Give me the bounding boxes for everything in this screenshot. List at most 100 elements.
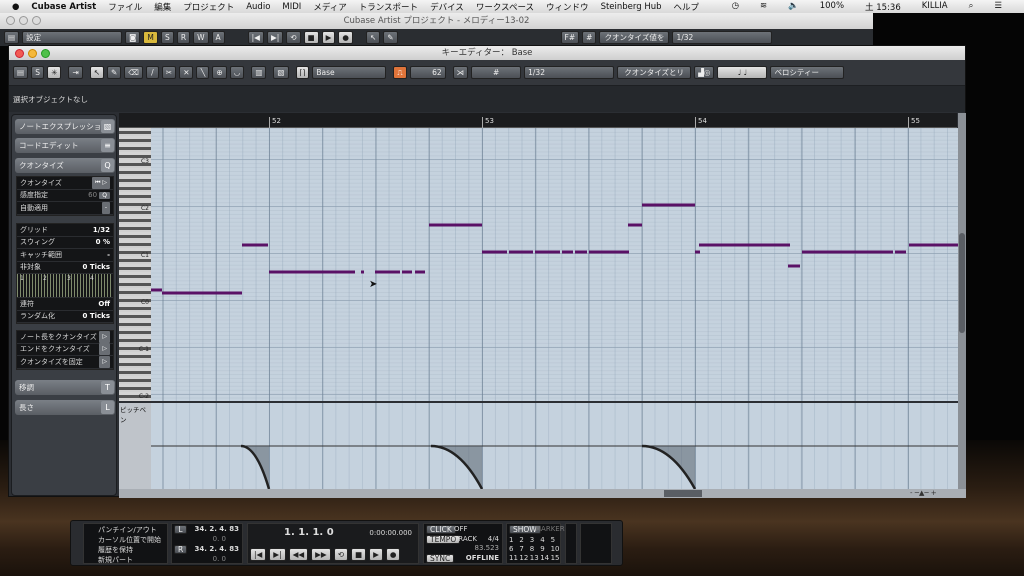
trim-tool-icon[interactable]: /: [145, 66, 159, 79]
strength-row[interactable]: 感度指定 60 Q: [17, 190, 113, 202]
piano-keyboard[interactable]: C3 C2 C1 C0 C-1 C-2: [119, 128, 151, 401]
snap-type-icon[interactable]: ⋊: [452, 66, 469, 79]
tempo-value[interactable]: 83.523: [475, 544, 500, 552]
time-machine-icon[interactable]: ◷: [732, 1, 739, 13]
time-signature[interactable]: 4/4: [488, 535, 499, 543]
note-grid[interactable]: ➤: [151, 128, 958, 401]
marker-9[interactable]: 9: [540, 545, 550, 553]
cycle-icon[interactable]: ⟲: [286, 31, 301, 44]
midi-note[interactable]: [361, 270, 364, 274]
midi-note[interactable]: [535, 250, 560, 254]
postroll-value[interactable]: 0. 0: [213, 555, 226, 563]
marker-15[interactable]: 15: [551, 554, 561, 562]
midi-note[interactable]: [642, 203, 695, 207]
freeze-quantize-button[interactable]: クオンタイズを固定 ▷: [17, 355, 113, 369]
minimize-button[interactable]: [28, 49, 37, 58]
volume-icon[interactable]: 🔈: [788, 1, 799, 13]
midi-note[interactable]: [162, 291, 242, 295]
tuplet-row[interactable]: 連符 Off: [17, 298, 113, 311]
mute-button[interactable]: M: [143, 31, 158, 44]
write-button[interactable]: W: [193, 31, 209, 44]
automation-button[interactable]: A: [211, 31, 225, 44]
menu-window[interactable]: ウィンドウ: [546, 1, 589, 13]
chord-edit-section[interactable]: コードエディット ≡: [15, 138, 115, 153]
ruler[interactable]: 52 53 54 55: [119, 113, 957, 128]
non-quantize-row[interactable]: 非対象 0 Ticks: [17, 262, 113, 274]
go-end-button[interactable]: ▶|: [269, 548, 286, 561]
stop-icon[interactable]: ■: [303, 31, 319, 44]
midi-note[interactable]: [628, 223, 642, 227]
menu-hub[interactable]: Steinberg Hub: [601, 2, 662, 12]
record-icon[interactable]: ●: [338, 31, 353, 44]
length-section[interactable]: 長さ L: [15, 400, 115, 415]
note-length-icon[interactable]: ♩ ♩: [717, 66, 768, 79]
midi-note[interactable]: [151, 288, 162, 292]
menu-devices[interactable]: デバイス: [430, 1, 464, 13]
draw-tool-icon[interactable]: ✎: [106, 66, 122, 79]
stop-button[interactable]: ■: [350, 548, 367, 561]
midi-note[interactable]: [788, 264, 800, 268]
wifi-icon[interactable]: ≋: [760, 1, 767, 13]
menu-midi[interactable]: MIDI: [282, 2, 301, 12]
cycle-button[interactable]: ⟲: [333, 548, 348, 561]
close-button[interactable]: [6, 16, 15, 25]
marker-3[interactable]: 3: [530, 536, 540, 544]
indicate-transpositions-icon[interactable]: ⎍: [393, 66, 407, 79]
menu-project[interactable]: プロジェクト: [183, 1, 234, 13]
midi-note[interactable]: [562, 250, 573, 254]
grid-row[interactable]: グリッド 1/32: [17, 224, 113, 237]
quantize-menu[interactable]: 1/32: [524, 66, 615, 79]
midi-note[interactable]: [575, 250, 587, 254]
note-display-icon[interactable]: ▟◎: [694, 66, 715, 79]
apple-icon[interactable]: ●: [12, 2, 19, 12]
menu-file[interactable]: ファイル: [108, 1, 142, 13]
edit-in-place-icon[interactable]: ▧: [273, 66, 289, 79]
pitchbend-lane-label[interactable]: ピッチベン: [119, 403, 151, 489]
spotlight-icon[interactable]: ⌕: [969, 1, 974, 13]
marker-10[interactable]: 10: [551, 545, 561, 553]
insert-velocity-value[interactable]: 62: [409, 66, 446, 79]
menu-help[interactable]: ヘルプ: [674, 1, 700, 13]
preset-menu[interactable]: 設定: [22, 31, 123, 44]
midi-note[interactable]: [242, 243, 268, 247]
notification-icon[interactable]: ☰: [994, 1, 1002, 13]
midi-note[interactable]: [589, 250, 629, 254]
click-button[interactable]: CLICK: [426, 525, 456, 534]
left-locator-button[interactable]: L: [174, 525, 187, 534]
go-start-button[interactable]: |◀: [250, 548, 267, 561]
curve-tool-icon[interactable]: ◡: [229, 66, 245, 79]
start-at-cursor[interactable]: カーソル位置で開始: [98, 535, 161, 545]
key-menu[interactable]: F#: [560, 31, 580, 44]
midi-note[interactable]: [699, 243, 790, 247]
go-end-icon[interactable]: ▶|: [266, 31, 284, 44]
midi-note[interactable]: [509, 250, 533, 254]
marker-2[interactable]: 2: [519, 536, 529, 544]
object-select-icon[interactable]: ↖: [89, 66, 104, 79]
midi-note[interactable]: [429, 223, 482, 227]
marker-4[interactable]: 4: [540, 536, 550, 544]
zoom-slider[interactable]: - ─▲─ +: [910, 489, 960, 498]
pitchbend-lane[interactable]: [151, 403, 958, 489]
quantize-section[interactable]: クオンタイズ Q: [15, 158, 115, 173]
split-tool-icon[interactable]: ✂: [161, 66, 177, 79]
inspector-toggle[interactable]: ▤: [4, 31, 20, 44]
horizontal-scroll-thumb[interactable]: [664, 490, 702, 497]
right-locator-button[interactable]: R: [174, 545, 188, 554]
preroll-value[interactable]: 0. 0: [213, 535, 226, 543]
vertical-scrollbar[interactable]: [958, 113, 966, 489]
menu-workspaces[interactable]: ワークスペース: [476, 1, 534, 13]
catch-range-row[interactable]: キャッチ範囲 -: [17, 249, 113, 262]
menu-audio[interactable]: Audio: [246, 2, 270, 12]
zoom-tool-icon[interactable]: ⊕: [212, 66, 227, 79]
marker-12[interactable]: 12: [519, 554, 529, 562]
transpose-section[interactable]: 移調 T: [15, 380, 115, 395]
minimize-button[interactable]: [19, 16, 28, 25]
quantize-type-menu[interactable]: クオンタイズ値を: [599, 31, 670, 44]
user-name[interactable]: KILLIA: [922, 1, 948, 13]
erase-tool-icon[interactable]: ⌫: [124, 66, 143, 79]
zoom-button[interactable]: [32, 16, 41, 25]
vertical-scroll-thumb[interactable]: [959, 233, 965, 333]
sync-button[interactable]: SYNC: [426, 554, 455, 563]
rewind-button[interactable]: ◀◀: [288, 548, 309, 561]
midi-note[interactable]: [909, 243, 958, 247]
